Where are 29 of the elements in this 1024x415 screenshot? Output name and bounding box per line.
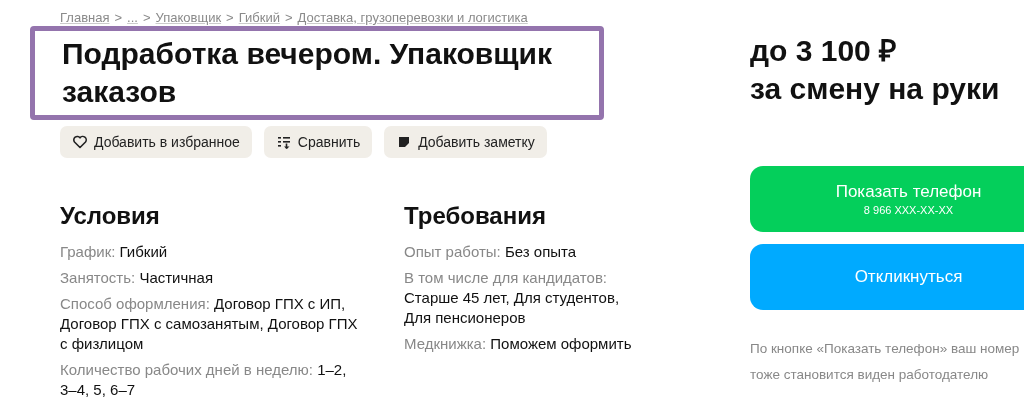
list-icon (275, 134, 292, 150)
detail-text: В том числе для кандидатов: Старше 45 лет, Для студентов, Для пенсионеров (404, 268, 621, 328)
breadcrumb-link[interactable]: Гибкий (238, 10, 280, 26)
breadcrumb-separator: > (114, 10, 123, 26)
action-button[interactable]: Добавить заметку (384, 126, 547, 158)
action-button[interactable]: Добавить в избранное (60, 126, 252, 158)
breadcrumb-separator: > (142, 10, 151, 26)
breadcrumb-link[interactable]: ... (127, 10, 138, 26)
detail-text: Опыт работы: Без опыта (404, 242, 578, 262)
detail-text: Количество рабочих дней в неделю: 1–2, 3–4, 5, 6–7 (60, 360, 348, 400)
breadcrumb-link[interactable]: Доставка, грузоперевозки и логистика (297, 10, 528, 26)
section-heading: Требования (404, 202, 547, 230)
section-heading: Условия (60, 202, 161, 230)
heart-icon (72, 134, 88, 150)
breadcrumb-separator: > (284, 10, 293, 26)
salary-amount: до 3 100 ₽ (750, 33, 898, 69)
detail-text: График: Гибкий (60, 242, 169, 262)
respond-button[interactable]: Откликнуться (750, 244, 1024, 310)
action-button[interactable]: Сравнить (263, 126, 373, 158)
detail-text: Способ оформления: Договор ГПХ с ИП, Договор ГПХ с самозанятым, Договор ГПХ с физлицом (60, 294, 359, 354)
breadcrumb-separator: > (226, 10, 234, 26)
show-phone-button[interactable]: Показать телефон 8 966 XXX-XX-XX (750, 166, 1024, 232)
breadcrumb-link[interactable]: Упаковщик (155, 10, 222, 26)
detail-text: Медкнижка: Поможем оформить (404, 334, 633, 354)
breadcrumb-link[interactable]: Главная (60, 10, 110, 26)
job-title: Подработка вечером. Упаковщик заказов (62, 36, 554, 110)
detail-text: Занятость: Частичная (60, 268, 215, 288)
salary-period: за смену на руки (750, 71, 1001, 107)
note-text: По кнопке «Показать телефон» ваш номер тоже становится виден работодателю (750, 340, 1021, 384)
